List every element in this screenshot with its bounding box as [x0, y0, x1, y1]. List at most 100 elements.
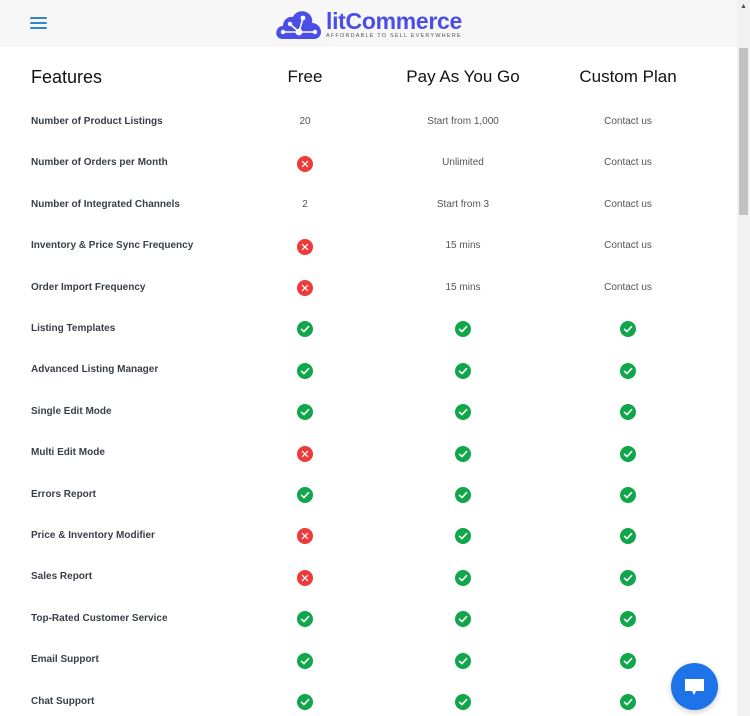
cell-free	[297, 526, 313, 546]
cell-pay-as-you-go	[455, 567, 471, 587]
feature-label: Sales Report	[31, 571, 93, 583]
table-row: Errors Report	[0, 485, 737, 505]
features-heading: Features	[31, 67, 103, 87]
site-header: litCommerce AFFORDABLE TO SELL EVERYWHER…	[0, 0, 737, 47]
hamburger-menu-icon[interactable]	[30, 17, 47, 30]
check-circle-icon	[297, 486, 313, 503]
check-circle-icon	[297, 611, 313, 628]
cell-free	[297, 692, 313, 712]
cell-pay-as-you-go	[455, 526, 471, 546]
cell-free	[297, 567, 313, 587]
feature-label: Errors Report	[31, 488, 97, 500]
table-row: Single Edit Mode	[0, 402, 737, 422]
scroll-up-arrow-icon[interactable]: ▲	[737, 0, 750, 13]
check-circle-icon	[620, 611, 636, 628]
x-circle-icon	[297, 279, 313, 296]
check-circle-icon	[455, 445, 471, 462]
table-row: Sales Report	[0, 567, 737, 587]
cell-free	[297, 153, 313, 173]
feature-label: Inventory & Price Sync Frequency	[31, 240, 194, 252]
check-circle-icon	[297, 652, 313, 669]
vertical-scrollbar[interactable]: ▲	[737, 0, 750, 716]
cell-pay-as-you-go	[455, 360, 471, 380]
chat-bubble-icon	[685, 679, 704, 695]
check-circle-icon	[620, 652, 636, 669]
cell-free	[297, 485, 313, 505]
feature-label: Multi Edit Mode	[31, 447, 105, 459]
table-row: Number of Product Listings 20 Start from 1…	[0, 112, 737, 132]
cell-custom	[620, 402, 636, 422]
check-circle-icon	[297, 362, 313, 379]
cell-value-custom: Contact us	[604, 198, 652, 210]
cloud-network-icon	[276, 11, 321, 39]
cell-pay-as-you-go	[455, 402, 471, 422]
scrollbar-thumb[interactable]	[739, 48, 748, 215]
check-circle-icon	[455, 486, 471, 503]
feature-label: Top-Rated Customer Service	[31, 612, 168, 624]
cell-free	[297, 402, 313, 422]
cell-pay-as-you-go	[455, 692, 471, 712]
cell-value-pay-as-you-go: 15 mins	[445, 240, 481, 252]
plan-heading-custom: Custom Plan	[579, 67, 677, 86]
check-circle-icon	[455, 362, 471, 379]
feature-label: Number of Product Listings	[31, 116, 163, 127]
cell-value-pay-as-you-go: Start from 3	[436, 198, 490, 210]
cell-pay-as-you-go	[455, 485, 471, 505]
plan-heading-pay-as-you-go: Pay As You Go	[406, 67, 520, 86]
check-circle-icon	[620, 445, 636, 462]
check-circle-icon	[620, 693, 636, 710]
cell-custom	[620, 443, 636, 463]
cell-custom	[620, 567, 636, 587]
feature-label: Email Support	[31, 654, 99, 666]
check-circle-icon	[620, 321, 636, 338]
table-row: Inventory & Price Sync Frequency 15 mins C…	[0, 236, 737, 256]
cell-free	[297, 360, 313, 380]
check-circle-icon	[455, 528, 471, 545]
x-circle-icon	[297, 238, 313, 255]
check-circle-icon	[620, 404, 636, 421]
cell-pay-as-you-go	[455, 319, 471, 339]
plan-heading-free: Free	[287, 67, 323, 86]
cell-free	[297, 319, 313, 339]
cell-value-custom: Contact us	[604, 157, 652, 169]
feature-label: Single Edit Mode	[31, 405, 112, 417]
check-circle-icon	[620, 486, 636, 503]
check-circle-icon	[455, 611, 471, 628]
x-circle-icon	[297, 445, 313, 462]
cell-pay-as-you-go	[455, 609, 471, 629]
cell-value-custom: Contact us	[604, 281, 652, 293]
chat-button[interactable]	[671, 663, 718, 710]
cell-free	[297, 278, 313, 298]
check-circle-icon	[455, 652, 471, 669]
cell-value-pay-as-you-go: 15 mins	[445, 281, 481, 293]
cell-pay-as-you-go	[455, 443, 471, 463]
cell-free	[297, 609, 313, 629]
cell-custom	[620, 692, 636, 712]
logo[interactable]: litCommerce AFFORDABLE TO SELL EVERYWHER…	[275, 9, 462, 41]
cell-custom	[620, 609, 636, 629]
x-circle-icon	[297, 155, 313, 172]
feature-label: Order Import Frequency	[31, 281, 146, 293]
check-circle-icon	[297, 321, 313, 338]
feature-label: Advanced Listing Manager	[31, 364, 159, 376]
table-row: Price & Inventory Modifier	[0, 526, 737, 546]
cell-value-custom: Contact us	[604, 116, 652, 127]
check-circle-icon	[455, 693, 471, 710]
logo-name: litCommerce	[326, 8, 463, 34]
feature-label: Chat Support	[31, 695, 95, 707]
check-circle-icon	[620, 362, 636, 379]
logo-tagline: AFFORDABLE TO SELL EVERYWHERE	[326, 33, 462, 39]
table-row: Order Import Frequency 15 mins Contact us	[0, 278, 737, 298]
feature-label: Number of Integrated Channels	[31, 198, 180, 210]
cell-value-free: 20	[299, 116, 311, 127]
table-row: Listing Templates	[0, 319, 737, 339]
table-row: Number of Integrated Channels 2 Start from…	[0, 195, 737, 215]
table-row: Multi Edit Mode	[0, 443, 737, 463]
cell-value-pay-as-you-go: Unlimited	[442, 157, 484, 169]
check-circle-icon	[297, 693, 313, 710]
cell-free	[297, 650, 313, 670]
cell-value-custom: Contact us	[604, 240, 652, 252]
cell-value-pay-as-you-go: Start from 1,000	[427, 116, 499, 127]
cell-custom	[620, 526, 636, 546]
table-header-row: Features Free Pay As You Go Custom Plan	[0, 67, 737, 91]
